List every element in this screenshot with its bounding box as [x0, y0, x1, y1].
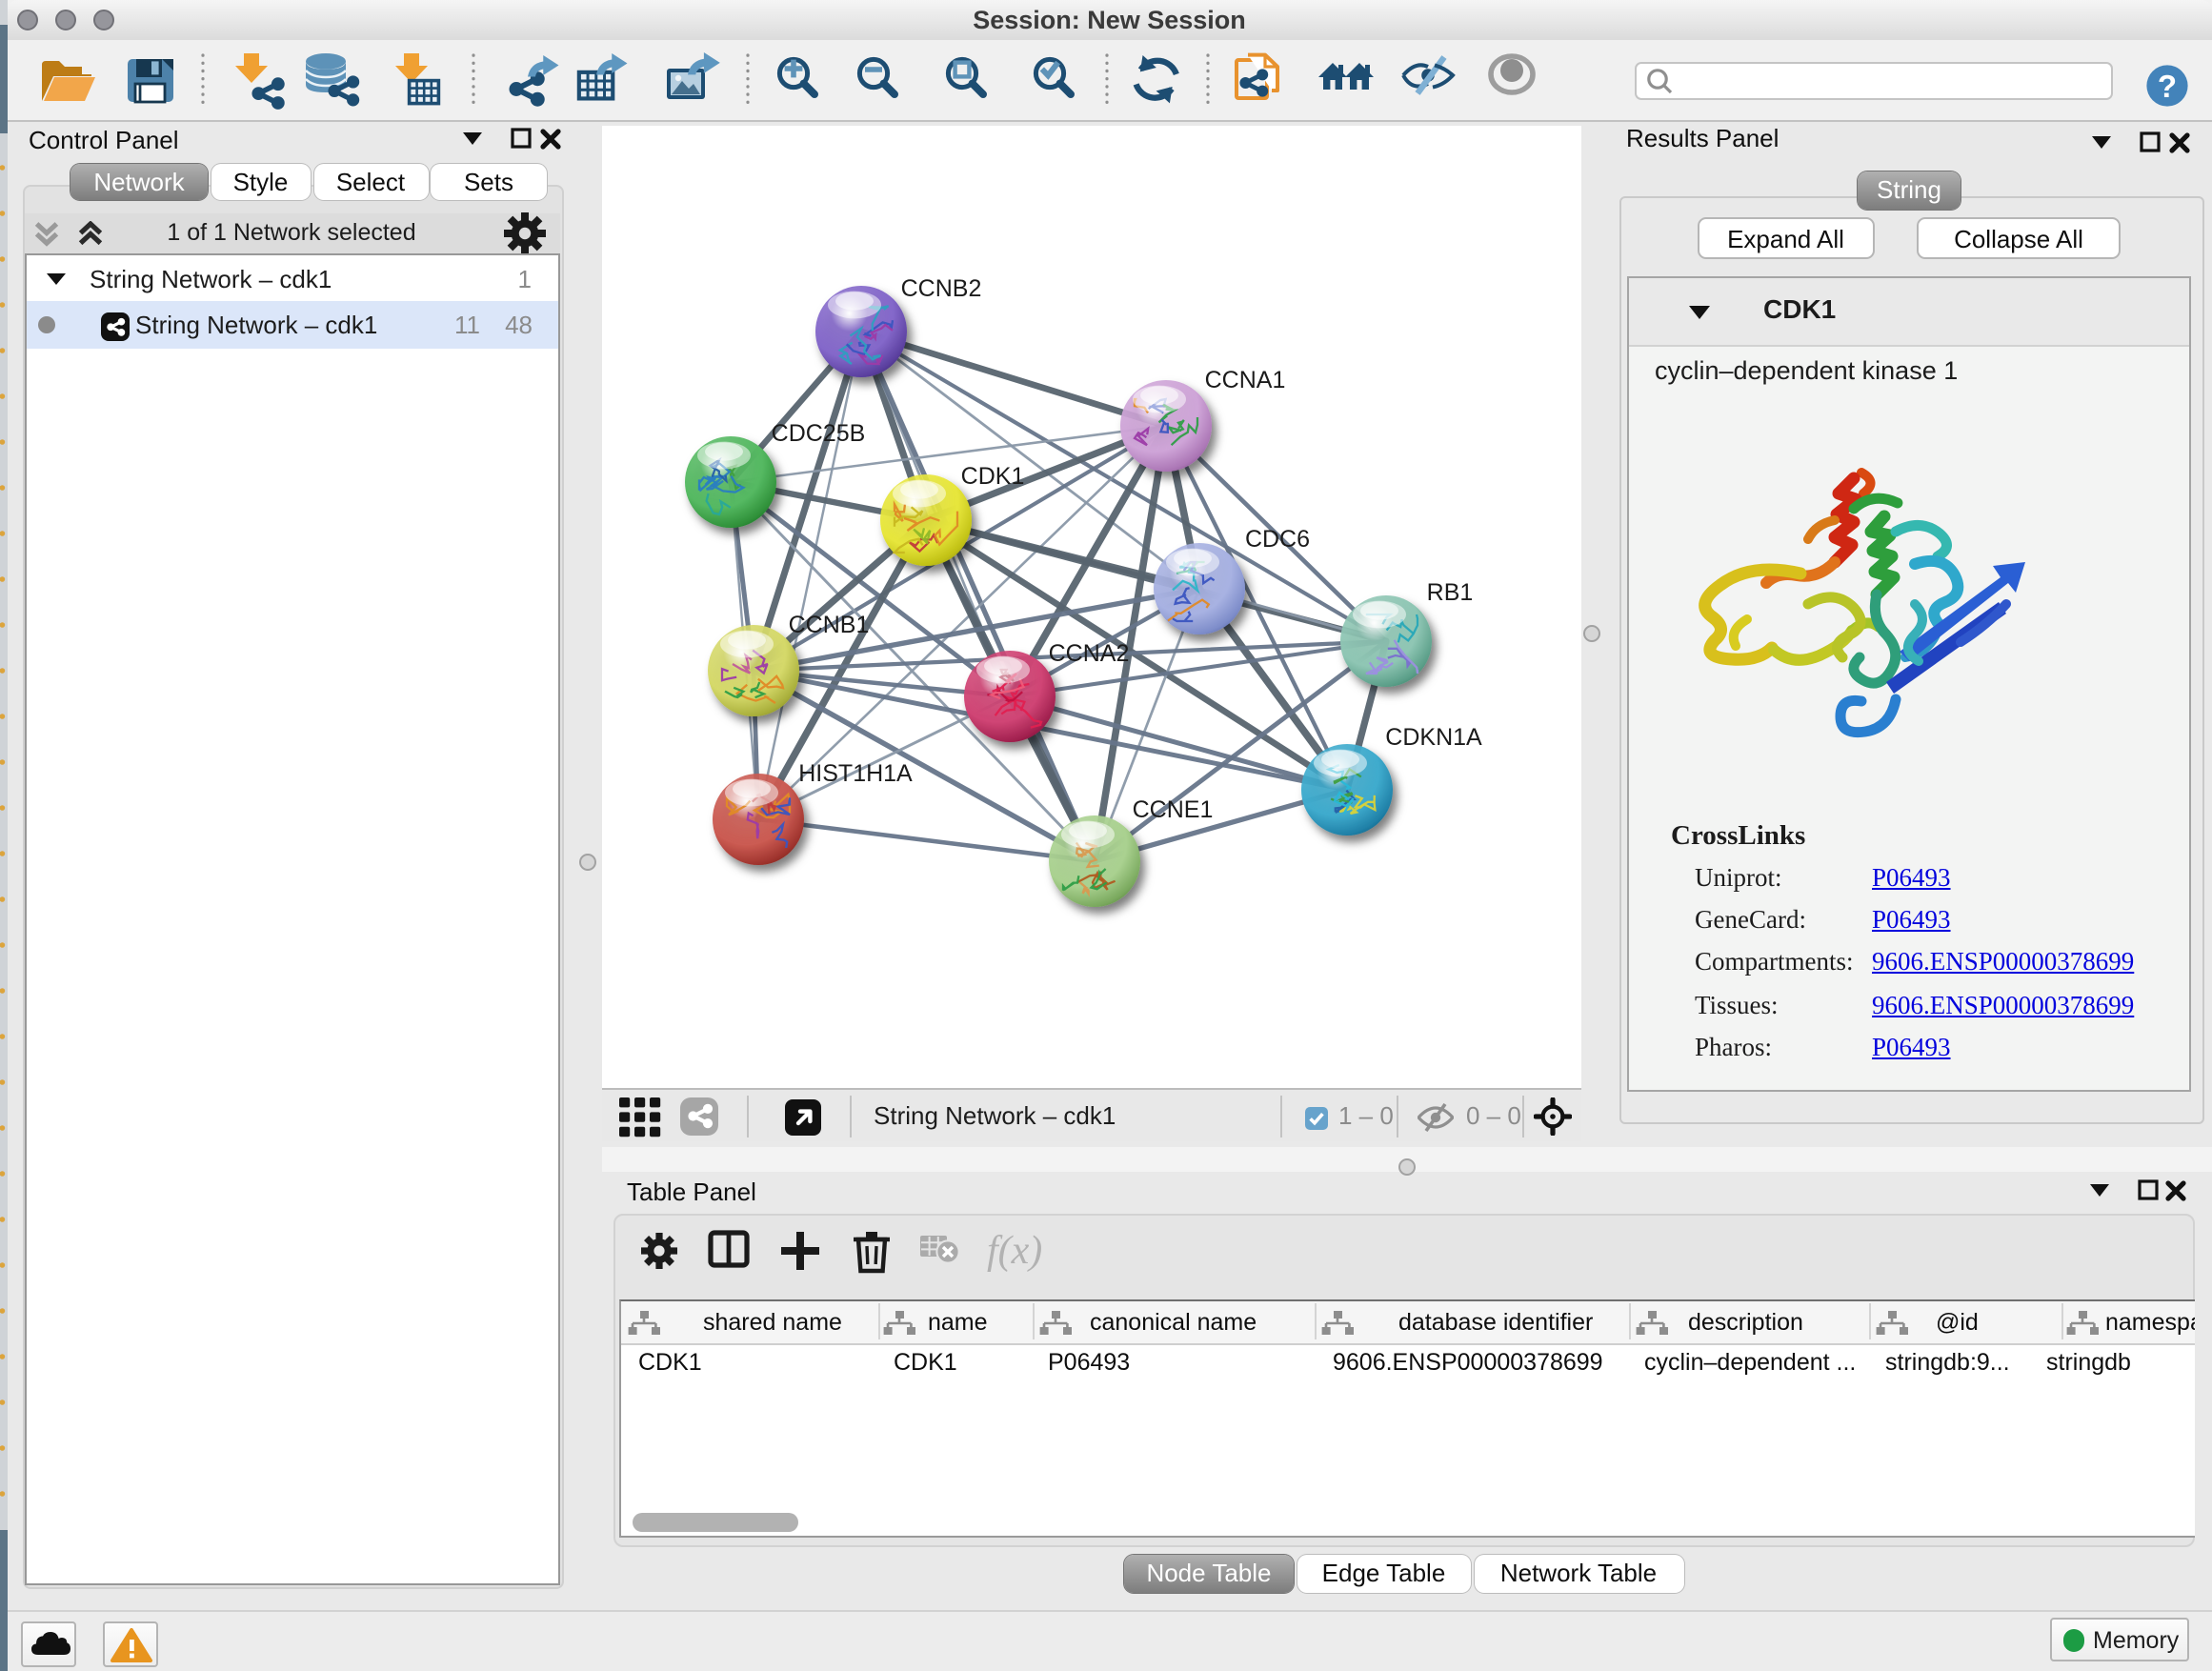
svg-text:CDC6: CDC6 [1244, 525, 1309, 552]
svg-text:?: ? [2157, 69, 2176, 104]
svg-text:CCNA2: CCNA2 [1048, 639, 1129, 666]
svg-text:CCNB1: CCNB1 [788, 611, 869, 637]
svg-text:CCNA1: CCNA1 [1204, 366, 1285, 393]
svg-text:CDK1: CDK1 [960, 462, 1024, 489]
svg-text:HIST1H1A: HIST1H1A [797, 759, 912, 786]
svg-text:CDKN1A: CDKN1A [1384, 723, 1481, 750]
svg-text:CCNE1: CCNE1 [1132, 795, 1213, 822]
svg-text:f(x): f(x) [987, 1229, 1042, 1273]
svg-text:CCNB2: CCNB2 [900, 274, 981, 301]
svg-text:CDC25B: CDC25B [771, 419, 865, 446]
svg-text:RB1: RB1 [1426, 578, 1473, 605]
